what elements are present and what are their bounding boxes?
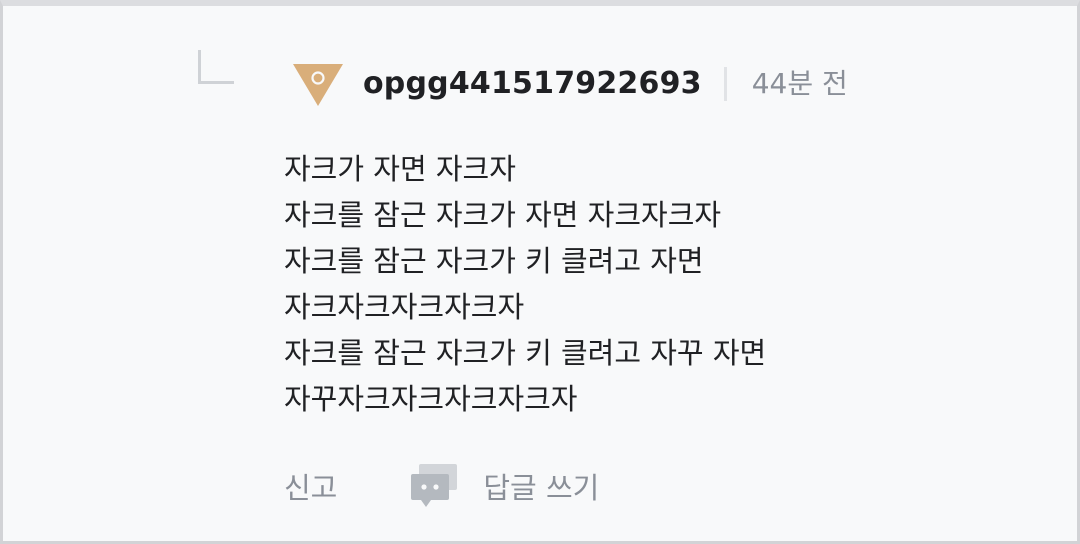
header-divider	[723, 67, 727, 101]
chat-bubble-icon	[411, 464, 458, 507]
comment-card: opgg441517922693 44분 전 자크가 자면 자크자 자크를 잠근…	[0, 0, 1080, 544]
comment-line: 자크를 잠근 자크가 키 클려고 자면	[284, 244, 704, 278]
comment-line: 자꾸자크자크자크자크자	[284, 382, 578, 416]
username[interactable]: opgg441517922693	[363, 69, 702, 99]
comment-header: opgg441517922693 44분 전	[291, 58, 848, 110]
reply-button-label: 답글 쓰기	[483, 471, 600, 505]
comment-line: 자크를 잠근 자크가 키 클려고 자꾸 자면	[284, 336, 767, 370]
avatar-icon[interactable]	[291, 60, 345, 108]
reply-button[interactable]: 답글 쓰기	[409, 462, 599, 510]
comment-line: 자크가 자면 자크자	[284, 152, 516, 186]
comment-actions: 신고 답글 쓰기	[284, 462, 599, 510]
reply-connector-icon	[198, 50, 234, 84]
comment-body: 자크가 자면 자크자 자크를 잠근 자크가 자면 자크자크자 자크를 잠근 자크…	[284, 146, 766, 422]
comment-line: 자크를 잠근 자크가 자면 자크자크자	[284, 198, 722, 232]
report-button[interactable]: 신고	[284, 465, 337, 507]
timestamp: 44분 전	[751, 67, 848, 100]
comment-line: 자크자크자크자크자	[284, 290, 525, 324]
